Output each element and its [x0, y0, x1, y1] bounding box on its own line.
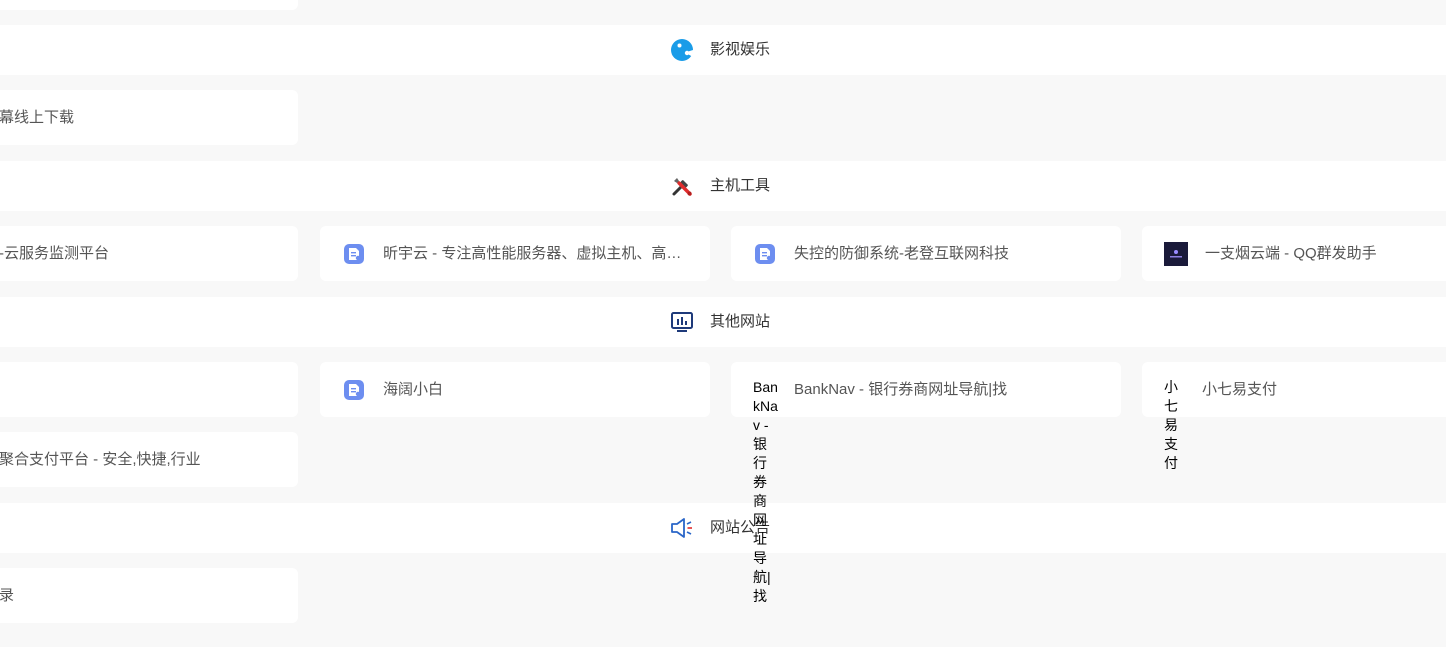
section-header-other: 其他网站: [0, 297, 1446, 347]
link-card-label: 失控的防御系统-老登互联网科技: [794, 245, 1009, 262]
link-card-label: 昕宇云 - 专注高性能服务器、虚拟主机、高防服务器: [383, 245, 684, 262]
document-icon: [344, 380, 364, 400]
section-header-host: 主机工具: [0, 161, 1446, 211]
link-card-other-3[interactable]: BankNav - 银行券商网址导航|找: [731, 362, 1121, 417]
section-title: 主机工具: [710, 177, 771, 194]
document-icon: [344, 244, 364, 264]
link-card-label: 一支烟云端 - QQ群发助手: [1205, 245, 1377, 262]
link-card-host-4[interactable]: 一支烟云端 - QQ群发助手: [1142, 226, 1446, 281]
document-icon: [755, 244, 775, 264]
link-card-other-2[interactable]: 海阔小白: [320, 362, 710, 417]
link-card-other-1[interactable]: 付: [0, 362, 298, 417]
link-card-label: BankNav - 银行券商网址导航|找: [794, 381, 1008, 398]
section-title: 其他网站: [710, 313, 771, 330]
link-card-video-1[interactable]: 弹幕线上下载: [0, 90, 298, 145]
site-logo-icon: [1164, 242, 1188, 266]
link-card-label: 收录: [0, 587, 15, 604]
link-card-label: 小七易支付: [1202, 381, 1278, 398]
page: 影视娱乐 弹幕线上下载 主机工具 网-云服务监测平台 昕宇云 -: [0, 0, 1446, 647]
section-header-notice: 网站公告: [0, 503, 1446, 553]
link-card-host-1[interactable]: 网-云服务监测平台: [0, 226, 298, 281]
link-card-host-2[interactable]: 昕宇云 - 专注高性能服务器、虚拟主机、高防服务器: [320, 226, 710, 281]
link-card-notice-1[interactable]: 收录: [0, 568, 298, 623]
section-title: 影视娱乐: [710, 41, 771, 58]
tools-icon: [672, 178, 692, 196]
link-card-label: 海阔小白: [383, 381, 444, 398]
link-card-label: 网-云服务监测平台: [0, 245, 109, 262]
broken-image-alt-banknav: BankNav - 银行券商网址导航|找: [753, 379, 778, 604]
link-card-label: 弹幕线上下载: [0, 109, 75, 126]
link-card-host-3[interactable]: 失控的防御系统-老登互联网科技: [731, 226, 1121, 281]
link-card-other-4[interactable]: 小七易支付: [1142, 362, 1446, 417]
section-header-video: 影视娱乐: [0, 25, 1446, 75]
link-card-label: 付聚合支付平台 - 安全,快捷,行业: [0, 451, 201, 468]
link-card-label: 付: [0, 362, 288, 417]
broken-image-alt-xiaoqi: 小七易支付: [1164, 379, 1178, 471]
link-card-other-5[interactable]: 付聚合支付平台 - 安全,快捷,行业: [0, 432, 298, 487]
speaker-icon: [671, 518, 692, 538]
monitor-chart-icon: [671, 312, 693, 332]
pacman-icon: [671, 39, 693, 61]
link-card-top-partial[interactable]: [0, 0, 298, 10]
